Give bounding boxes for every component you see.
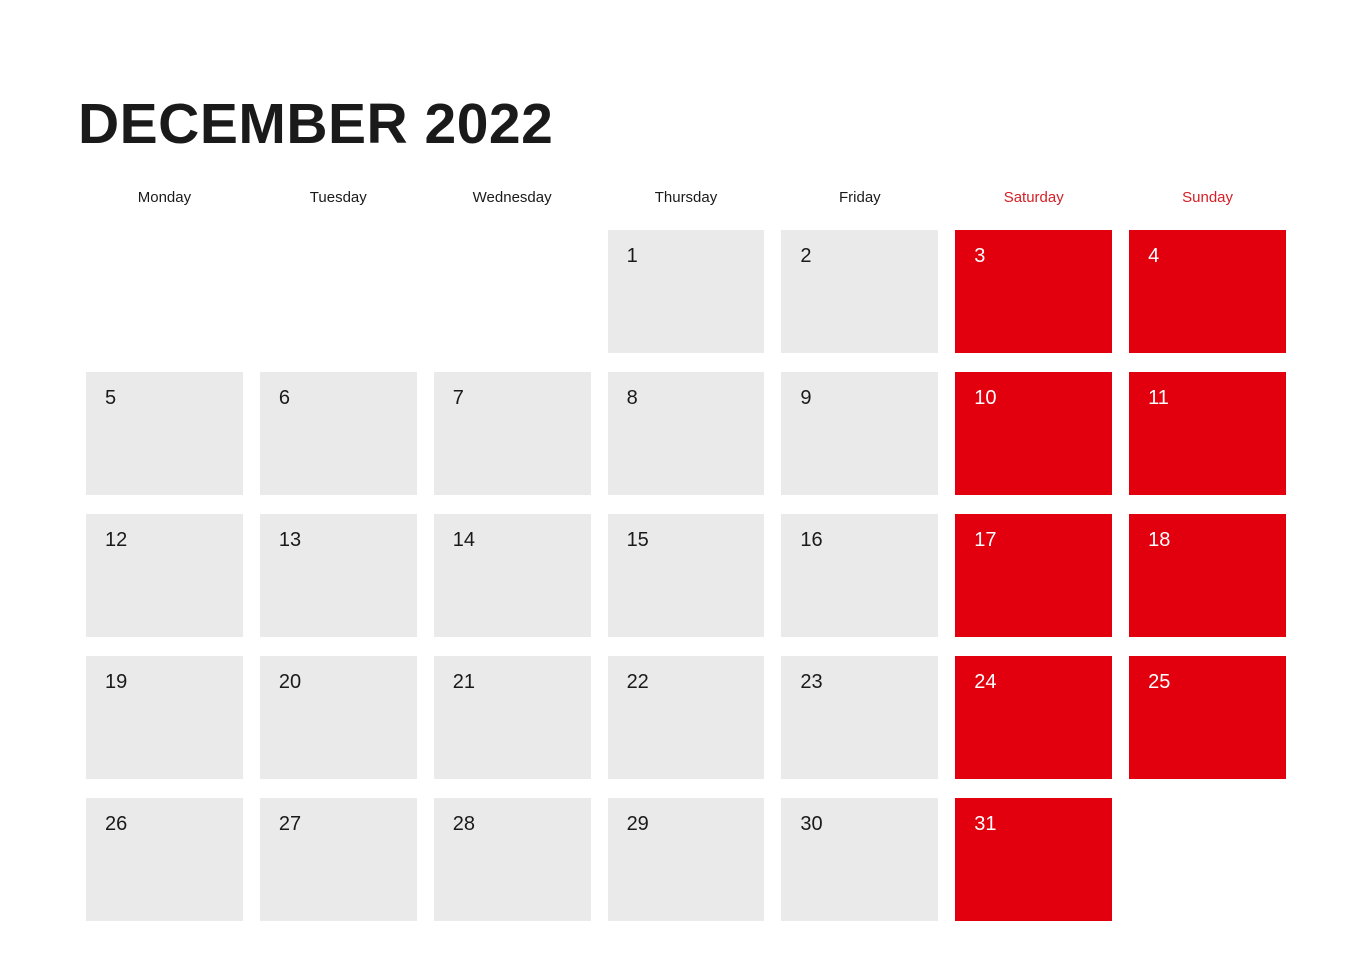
day-number: 24 (974, 671, 997, 693)
weekday-header-thursday: Thursday (654, 189, 718, 206)
calendar-day-cell[interactable]: 18 (1129, 514, 1286, 637)
calendar-day-cell[interactable]: 20 (259, 656, 417, 779)
calendar-day-cell[interactable]: 23 (781, 656, 939, 779)
day-number: 14 (452, 529, 475, 551)
weekday-header-row: Monday Tuesday Wednesday Thursday Friday Satu… (86, 188, 1286, 208)
calendar-day-cell[interactable]: 19 (86, 656, 243, 779)
calendar-day-cell[interactable]: 26 (86, 798, 243, 921)
day-number: 18 (1148, 529, 1171, 551)
calendar-grid: 1 2 3 4 5 6 7 8 9 10 11 12 13 14 15 16 17 18 19 20 21 22 23 24 2… (86, 230, 1286, 921)
calendar-day-cell[interactable]: 28 (433, 798, 591, 921)
day-number: 25 (1148, 671, 1171, 693)
day-number: 27 (278, 813, 302, 835)
weekday-header-saturday: Saturday (1003, 189, 1064, 206)
calendar-day-cell[interactable]: 25 (1129, 656, 1286, 779)
calendar-day-cell[interactable]: 24 (955, 656, 1113, 779)
day-number: 20 (278, 671, 302, 693)
day-number: 22 (626, 671, 649, 693)
calendar-day-cell[interactable]: 31 (955, 798, 1113, 921)
calendar-day-cell[interactable]: 6 (259, 372, 417, 495)
calendar-day-cell[interactable]: 10 (955, 372, 1113, 495)
calendar-day-cell[interactable]: 30 (781, 798, 939, 921)
day-number: 21 (452, 671, 475, 693)
calendar-cell-empty (1129, 798, 1286, 921)
calendar-day-cell[interactable]: 22 (607, 656, 765, 779)
calendar-day-cell[interactable]: 27 (259, 798, 417, 921)
calendar-day-cell[interactable]: 11 (1129, 372, 1286, 495)
calendar-day-cell[interactable]: 1 (607, 230, 765, 353)
day-number: 19 (105, 671, 128, 693)
calendar-day-cell[interactable]: 21 (433, 656, 591, 779)
day-number: 6 (278, 387, 290, 409)
weekday-header-wednesday: Wednesday (472, 189, 552, 206)
calendar-day-cell[interactable]: 29 (607, 798, 765, 921)
day-number: 17 (974, 529, 997, 551)
weekday-header-friday: Friday (839, 189, 881, 206)
weekday-header-tuesday: Tuesday (309, 189, 367, 206)
calendar-page: DECEMBER 2022 Monday Tuesday Wednesday Thur… (0, 0, 1371, 980)
day-number: 12 (105, 529, 128, 551)
day-number: 8 (626, 387, 638, 409)
day-number: 3 (974, 245, 986, 267)
calendar-day-cell[interactable]: 12 (86, 514, 243, 637)
day-number: 29 (626, 813, 649, 835)
calendar-cell-empty (260, 230, 417, 353)
calendar-day-cell[interactable]: 4 (1129, 230, 1286, 353)
day-number: 7 (452, 387, 464, 409)
day-number: 2 (800, 245, 812, 267)
weekday-header-monday: Monday (137, 189, 192, 206)
day-number: 5 (105, 387, 117, 409)
calendar-day-cell[interactable]: 14 (433, 514, 591, 637)
day-number: 10 (974, 387, 997, 409)
page-title: DECEMBER 2022 (78, 92, 554, 156)
day-number: 15 (626, 529, 649, 551)
day-number: 16 (800, 529, 823, 551)
day-number: 31 (974, 813, 997, 835)
calendar-day-cell[interactable]: 3 (955, 230, 1113, 353)
day-number: 30 (800, 813, 823, 835)
day-number: 11 (1148, 387, 1169, 409)
calendar-day-cell[interactable]: 5 (86, 372, 243, 495)
calendar-day-cell[interactable]: 17 (955, 514, 1113, 637)
calendar-day-cell[interactable]: 16 (781, 514, 939, 637)
day-number: 13 (278, 529, 302, 551)
calendar-day-cell[interactable]: 9 (781, 372, 939, 495)
calendar-day-cell[interactable]: 15 (607, 514, 765, 637)
day-number: 4 (1148, 245, 1160, 267)
day-number: 26 (105, 813, 128, 835)
calendar-day-cell[interactable]: 2 (781, 230, 939, 353)
calendar-day-cell[interactable]: 8 (607, 372, 765, 495)
day-number: 1 (626, 245, 638, 267)
day-number: 9 (800, 387, 812, 409)
day-number: 23 (800, 671, 823, 693)
day-number: 28 (452, 813, 475, 835)
calendar-day-cell[interactable]: 13 (259, 514, 417, 637)
calendar-cell-empty (434, 230, 591, 353)
calendar-day-cell[interactable]: 7 (433, 372, 591, 495)
weekday-header-sunday: Sunday (1182, 189, 1233, 206)
calendar-cell-empty (86, 230, 243, 353)
